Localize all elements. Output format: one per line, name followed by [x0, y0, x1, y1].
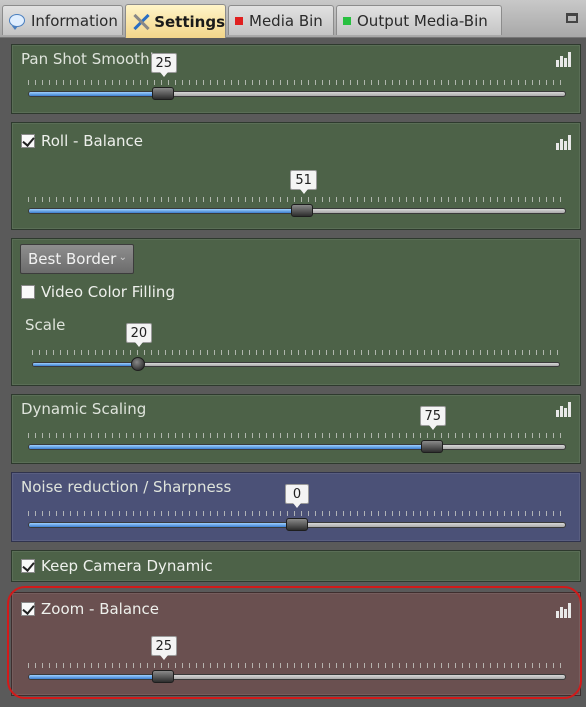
slider-value-label: 75	[419, 406, 447, 430]
roll-balance-slider[interactable]: 51	[28, 170, 566, 225]
tab-label: Media Bin	[249, 11, 323, 30]
pan-shot-smoothing-slider[interactable]: 25	[28, 53, 566, 108]
dynamic-scaling-panel: Dynamic Scaling 75	[11, 394, 581, 464]
slider-fill	[29, 92, 163, 96]
slider-ticks	[28, 511, 566, 516]
slider-ticks	[28, 197, 566, 202]
border-mode-dropdown[interactable]: Best Border ⌄	[20, 244, 134, 274]
zoom-balance-checkbox[interactable]	[21, 602, 35, 616]
video-color-filling-label: Video Color Filling	[41, 283, 175, 301]
roll-balance-checkbox[interactable]	[21, 134, 35, 148]
noise-reduction-slider[interactable]: 0	[28, 484, 566, 539]
slider-thumb[interactable]	[151, 670, 174, 683]
scale-label: Scale	[25, 316, 66, 334]
slider-thumb[interactable]	[286, 518, 308, 531]
bar-chart-icon[interactable]	[556, 52, 572, 67]
slider-track	[28, 444, 566, 450]
tools-icon	[132, 13, 148, 31]
roll-balance-title: Roll - Balance	[41, 132, 144, 150]
dropdown-value: Best Border	[28, 250, 117, 268]
slider-thumb[interactable]	[420, 440, 443, 453]
slider-thumb[interactable]	[151, 87, 174, 100]
zoom-balance-panel: Zoom - Balance 25	[11, 592, 581, 696]
slider-ticks	[28, 80, 566, 85]
tab-output-media-bin[interactable]: Output Media-Bin	[336, 5, 502, 35]
bar-chart-icon[interactable]	[556, 135, 572, 150]
tab-settings[interactable]: Settings	[125, 4, 226, 38]
zoom-balance-title: Zoom - Balance	[41, 600, 160, 618]
bar-chart-icon[interactable]	[556, 603, 572, 618]
video-color-filling-checkbox[interactable]	[21, 285, 35, 299]
noise-reduction-panel: Noise reduction / Sharpness 0	[11, 472, 581, 542]
slider-value-label: 20	[125, 323, 153, 347]
green-square-icon	[343, 16, 351, 25]
chevron-down-icon: ⌄	[118, 252, 127, 263]
slider-thumb[interactable]	[291, 204, 314, 217]
tab-label: Output Media-Bin	[357, 11, 488, 30]
dynamic-scaling-slider[interactable]: 75	[28, 406, 566, 461]
slider-fill	[29, 675, 163, 679]
slider-track	[28, 91, 566, 97]
tab-information[interactable]: Information	[2, 5, 123, 35]
slider-ticks	[28, 663, 566, 668]
scale-slider[interactable]: 20	[32, 323, 560, 378]
slider-value-label: 0	[285, 484, 309, 508]
panel-title: Dynamic Scaling	[21, 400, 147, 418]
slider-fill	[29, 445, 431, 449]
panel-title: Noise reduction / Sharpness	[21, 478, 232, 496]
zoom-balance-slider[interactable]: 25	[28, 636, 566, 691]
slider-track	[32, 362, 560, 367]
keep-camera-dynamic-panel: Keep Camera Dynamic	[11, 550, 581, 582]
red-square-icon	[235, 16, 243, 25]
slider-value-label: 25	[150, 636, 178, 660]
maximize-button[interactable]	[566, 13, 578, 23]
slider-fill	[29, 523, 297, 527]
tab-bar: Information Settings Media Bin Output Me…	[0, 0, 586, 38]
slider-fill	[33, 363, 139, 366]
speech-bubble-icon	[9, 14, 25, 30]
slider-thumb[interactable]	[130, 357, 145, 371]
tab-media-bin[interactable]: Media Bin	[228, 5, 334, 35]
tab-label: Settings	[154, 12, 225, 31]
bar-chart-icon[interactable]	[556, 402, 572, 417]
keep-camera-dynamic-label: Keep Camera Dynamic	[41, 557, 213, 575]
slider-value-label: 51	[290, 170, 317, 194]
slider-track	[28, 674, 566, 680]
slider-fill	[29, 209, 303, 213]
tab-label: Information	[31, 11, 118, 30]
slider-ticks	[28, 433, 566, 438]
roll-balance-panel: Roll - Balance 51	[11, 122, 581, 230]
border-panel: Best Border ⌄ Video Color Filling Scale …	[11, 238, 581, 386]
slider-value-label: 25	[150, 53, 178, 77]
slider-ticks	[32, 350, 560, 355]
keep-camera-dynamic-checkbox[interactable]	[21, 559, 35, 573]
pan-shot-smoothing-panel: Pan Shot Smoothing 25	[11, 44, 581, 114]
